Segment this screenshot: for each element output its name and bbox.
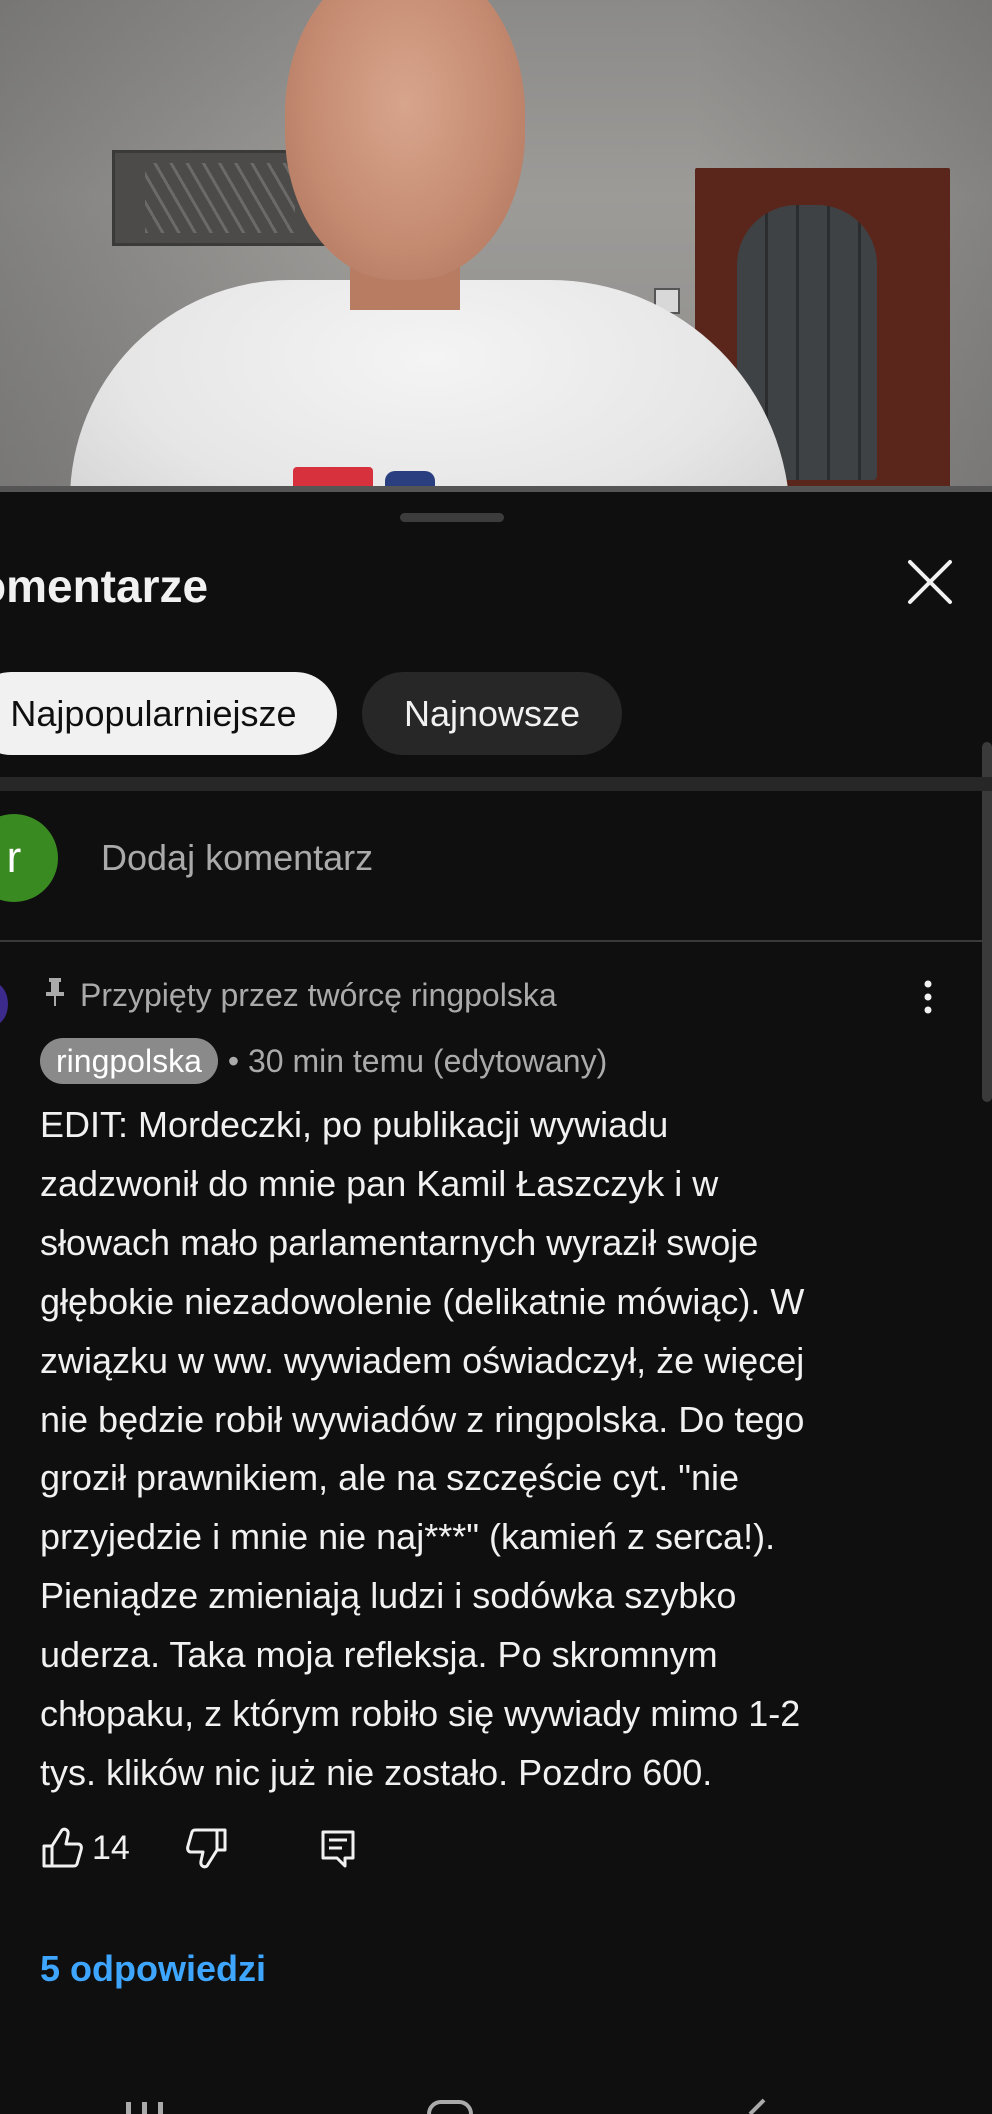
person-head: [285, 0, 525, 280]
close-button[interactable]: [900, 552, 960, 612]
comment-line: tys. klików nic już nie zostało. Pozdro …: [40, 1751, 713, 1793]
thumb-down-icon: [186, 1828, 227, 1869]
drag-handle[interactable]: [400, 513, 504, 522]
scrollbar[interactable]: [982, 742, 992, 1102]
comment-line: Pieniądze zmieniają ludzi i sodówka szyb…: [40, 1575, 737, 1617]
comment-author-avatar[interactable]: [0, 982, 8, 1026]
divider: [0, 940, 992, 942]
comment-line: EDIT: Mordeczki, po publikacji wywiadu: [40, 1104, 669, 1145]
thumb-up-icon: [42, 1827, 83, 1868]
add-comment-input[interactable]: Dodaj komentarz: [101, 832, 373, 884]
comment-line: uderza. Taka moja refleksja. Po skromnym: [40, 1634, 718, 1676]
pinned-label-text: Przypięty przez twórcę ringpolska: [80, 977, 557, 1013]
comment-text: EDIT: Mordeczki, po publikacji wywiadu z…: [40, 1096, 940, 1803]
comment-line: chłopaku, z którym robiło się wywiady mi…: [40, 1693, 801, 1735]
author-badge[interactable]: ringpolska: [40, 1038, 218, 1084]
close-icon: [908, 560, 952, 604]
comment-line: groził prawnikiem, ale na szczęście cyt.…: [40, 1457, 740, 1499]
comment-icon: [321, 1830, 355, 1868]
home-icon[interactable]: [425, 2096, 475, 2114]
view-replies-link[interactable]: 5 odpowiedzi: [40, 1944, 266, 1994]
comment-line: słowach mało parlamentarnych wyraził swo…: [40, 1221, 759, 1263]
system-nav-bar: [0, 2096, 992, 2114]
comment-line: zadzwonił do mnie pan Kamil Łaszczyk i w: [40, 1162, 719, 1204]
sheet-title: omentarze: [0, 560, 209, 612]
comment-line: głębokie niezadowolenie (delikatnie mówi…: [40, 1280, 805, 1322]
like-count: 14: [92, 1829, 130, 1867]
pin-icon: [46, 978, 64, 1006]
comment-timestamp: • 30 min temu (edytowany): [227, 1043, 608, 1079]
avatar[interactable]: r: [0, 814, 58, 902]
comment-actions: 14: [40, 1820, 640, 1876]
sort-chip-newest[interactable]: Najnowsze: [362, 672, 622, 755]
like-button[interactable]: 14: [40, 1820, 140, 1876]
pinned-label: Przypięty przez twórcę ringpolska: [40, 972, 557, 1018]
reply-button[interactable]: [318, 1820, 368, 1876]
comment-more-button[interactable]: [908, 972, 948, 1022]
comment-line: związku w ww. wywiadem oświadczył, że wi…: [40, 1339, 805, 1381]
section-divider: [0, 777, 992, 791]
recents-icon[interactable]: [120, 2096, 172, 2114]
comments-sheet: omentarze Najpopularniejsze Najnowsze r …: [0, 492, 992, 2114]
video-player[interactable]: [0, 0, 992, 492]
sort-chip-top[interactable]: Najpopularniejsze: [0, 672, 337, 755]
more-vert-icon: [924, 980, 932, 1014]
comment-line: nie będzie robił wywiadów z ringpolska. …: [40, 1398, 805, 1440]
comment-header: ringpolska • 30 min temu (edytowany): [40, 1038, 607, 1084]
comment-line: przyjedzie i mnie nie naj***" (kamień z …: [40, 1516, 776, 1558]
dislike-button[interactable]: [185, 1820, 235, 1876]
back-icon[interactable]: [740, 2096, 770, 2114]
